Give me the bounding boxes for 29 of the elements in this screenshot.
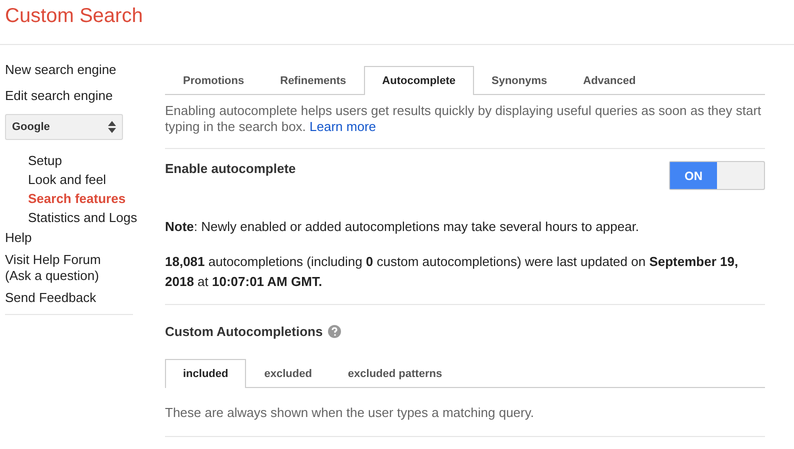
- help-icon[interactable]: [328, 325, 341, 338]
- tab[interactable]: excluded patterns: [330, 359, 460, 387]
- tab[interactable]: Promotions: [165, 66, 262, 94]
- toggle-switch[interactable]: ON: [669, 161, 765, 190]
- sidebar-link[interactable]: Visit Help Forum (Ask a question): [5, 252, 140, 284]
- tab[interactable]: Autocomplete: [364, 66, 474, 95]
- sidebar-link[interactable]: Send Feedback: [5, 290, 140, 306]
- updown-arrow-icon: [108, 121, 116, 133]
- tab[interactable]: included: [165, 359, 246, 388]
- engine-select[interactable]: Google: [5, 114, 123, 140]
- page-title: Custom Search: [4, 4, 144, 28]
- sidebar-subitem[interactable]: Statistics and Logs: [28, 208, 140, 227]
- sidebar-subitem[interactable]: Search features: [28, 189, 140, 208]
- sidebar-link[interactable]: Help: [5, 230, 140, 246]
- tab[interactable]: Refinements: [262, 66, 364, 94]
- tab[interactable]: Advanced: [565, 66, 654, 94]
- learn-more-link[interactable]: Learn more: [310, 119, 376, 134]
- section-title: Custom Autocompletions: [165, 324, 323, 339]
- stats-text: 18,081 autocompletions (including 0 custom autocompletions) were last updated on September 19, 2018 at 10:07:01 AM GMT.: [165, 253, 740, 291]
- sidebar-link[interactable]: New search engine: [5, 62, 140, 78]
- sidebar-subitem[interactable]: Setup: [28, 151, 140, 170]
- hint-text: These are always shown when the user types a matching query.: [165, 405, 536, 420]
- description-text: Enabling autocomplete helps users get results quickly by displaying useful queries as soon as they start typing in the search box. Learn more: [165, 103, 762, 135]
- tab[interactable]: Synonyms: [474, 66, 566, 94]
- tab[interactable]: excluded: [246, 359, 330, 387]
- note-text: Note: Newly enabled or added autocompletions may take several hours to appear.: [165, 219, 640, 234]
- sidebar-link[interactable]: Edit search engine: [5, 88, 140, 104]
- setting-label: Enable autocomplete: [165, 161, 296, 176]
- sidebar-subitem[interactable]: Look and feel: [28, 170, 140, 189]
